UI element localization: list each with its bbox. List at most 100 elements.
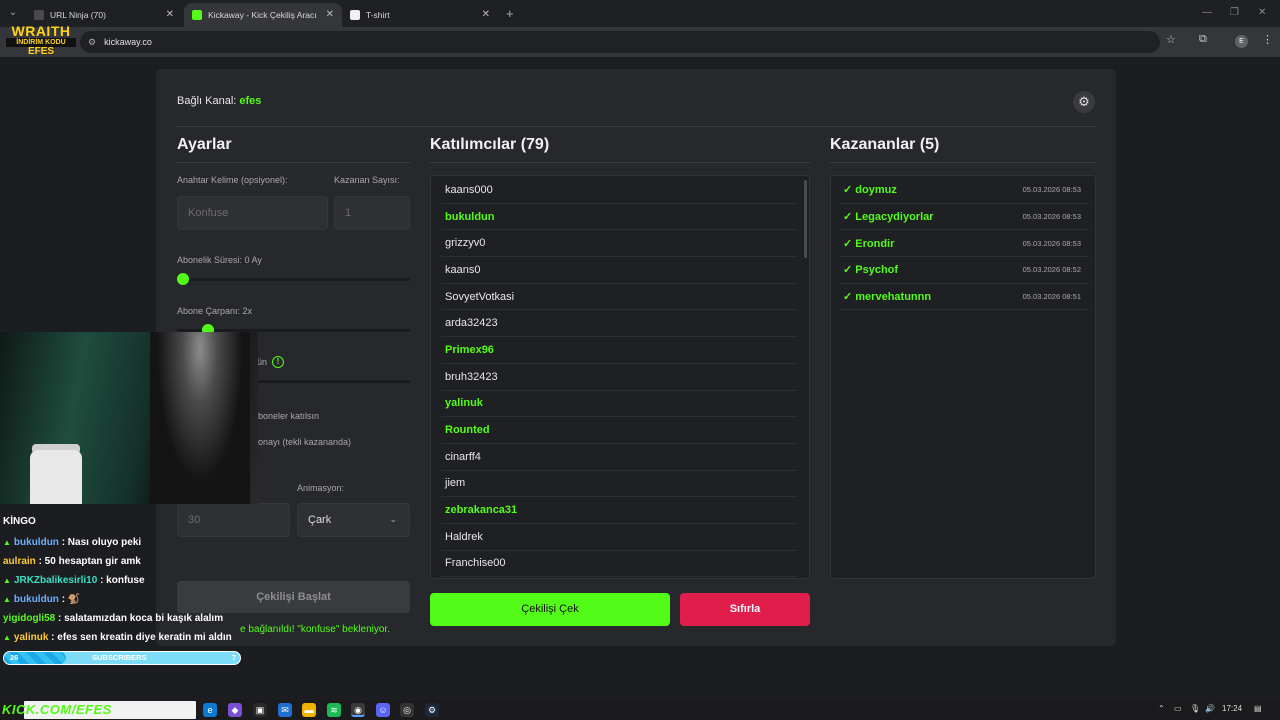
- winner-count-input[interactable]: 1: [334, 196, 410, 230]
- divider: [177, 126, 1096, 127]
- participant-row[interactable]: bukuldun: [441, 204, 797, 231]
- channel-label: Bağlı Kanal:: [177, 95, 237, 107]
- winners-list: ✓ doymuz 05.03.2026 08:53 ✓ Legacydiyorlar…: [830, 175, 1096, 579]
- chrome-icon[interactable]: ◉: [351, 703, 365, 717]
- store-icon[interactable]: ▣: [253, 703, 267, 717]
- volume-icon[interactable]: 🔊: [1205, 704, 1215, 713]
- tray-chevron-up-icon[interactable]: ⌃: [1158, 704, 1165, 713]
- edge-icon[interactable]: e: [203, 703, 217, 717]
- subscriber-badge-icon: ▲: [3, 576, 11, 585]
- chat-message: ▲ bukuldun : 🐒: [3, 590, 263, 609]
- participant-row[interactable]: bruh32423: [441, 364, 797, 391]
- tab-title: Kickaway - Kick Çekiliş Aracı: [208, 10, 317, 20]
- chat-message: ▲ JRKZbalikesirli10 : konfuse: [3, 571, 263, 590]
- participant-row[interactable]: Franchise00: [441, 551, 797, 578]
- animation-select-value: Çark: [308, 514, 332, 526]
- keyword-label: Anahtar Kelime (opsiyonel):: [177, 175, 288, 185]
- info-icon[interactable]: !: [272, 356, 284, 368]
- winner-row: ✓ Psychof 05.03.2026 08:52: [839, 257, 1089, 284]
- new-tab-plus-icon[interactable]: +: [506, 6, 514, 21]
- address-bar: ⚙ kickaway.co: [0, 27, 1280, 57]
- confirm-option-label: onayı (tekli kazananda): [258, 437, 352, 447]
- participants-scrollbar[interactable]: [804, 180, 807, 258]
- participant-row[interactable]: zebrakanca31: [441, 497, 797, 524]
- tab-list-chevron-icon[interactable]: ⌄: [5, 5, 21, 21]
- chat-text: : salatamızdan koca bi kaşık alalım: [55, 613, 224, 624]
- kickaway-favicon-icon: [192, 10, 202, 20]
- microphone-icon[interactable]: 🎙: [1190, 704, 1200, 713]
- streamer-figure: [150, 332, 250, 504]
- clock[interactable]: 17:24: [1222, 704, 1242, 713]
- sub-goal-current: 26: [10, 653, 19, 662]
- subscriber-goal-bar: 26 SUBSCRIBERS 7: [3, 651, 241, 665]
- reset-button[interactable]: Sıfırla: [680, 593, 810, 626]
- kick-url-overlay: KICK.COM/EFES: [2, 702, 112, 717]
- participant-row[interactable]: arda32423: [441, 310, 797, 338]
- chat-message: ▲ bukuldun : Nası oluyo peki: [3, 533, 263, 552]
- chat-username: JRKZbalikesirli10: [13, 575, 98, 586]
- minimize-icon[interactable]: —: [1202, 7, 1212, 18]
- participant-row[interactable]: yalinuk: [441, 391, 797, 418]
- keyword-input[interactable]: Konfuse: [177, 196, 328, 230]
- tab-kickaway[interactable]: Kickaway - Kick Çekiliş Aracı ✕: [184, 3, 342, 27]
- notifications-icon[interactable]: ▤: [1254, 704, 1262, 713]
- supplement-tub: [30, 450, 82, 504]
- sub-duration-slider-knob[interactable]: [177, 273, 189, 285]
- partial-option-label: ün: [257, 357, 268, 367]
- divider: [430, 162, 810, 163]
- browser-menu-icon[interactable]: ⋮: [1262, 33, 1273, 46]
- extensions-puzzle-icon[interactable]: ⧉: [1199, 33, 1207, 46]
- app-icon[interactable]: ◆: [228, 703, 242, 717]
- connected-channel: Bağlı Kanal: efes: [177, 95, 261, 107]
- winner-row: ✓ Legacydiyorlar 05.03.2026 08:53: [839, 204, 1089, 231]
- participant-row[interactable]: cinarff4: [441, 444, 797, 471]
- discord-icon[interactable]: ☺: [376, 703, 390, 717]
- participant-row[interactable]: Rounted: [441, 417, 797, 444]
- mail-icon[interactable]: ✉: [278, 703, 292, 717]
- winner-date: 05.03.2026 08:53: [1022, 185, 1081, 195]
- tab-tshirt[interactable]: T-shirt ✕: [342, 3, 498, 27]
- close-tab-icon[interactable]: ✕: [166, 9, 174, 20]
- winner-name: ✓ Psychof: [843, 264, 899, 277]
- winner-name: ✓ Erondir: [843, 237, 895, 250]
- chat-text: : konfuse: [97, 575, 145, 586]
- network-icon[interactable]: ▭: [1174, 704, 1182, 713]
- tshirt-favicon-icon: [350, 10, 360, 20]
- sub-goal-target: 7: [232, 653, 237, 662]
- obs-icon[interactable]: ◎: [400, 703, 414, 717]
- participant-row[interactable]: grizzyv0: [441, 230, 797, 258]
- maximize-icon[interactable]: ❐: [1230, 7, 1239, 18]
- sponsor-logo: WRAITH İNDİRİM KODU EFES: [6, 24, 76, 57]
- participant-row[interactable]: kaans0: [441, 257, 797, 284]
- chat-text: : efes sen kreatin diye keratin mi aldın: [48, 632, 232, 643]
- chat-text: : 50 hesaptan gir amk: [35, 556, 141, 567]
- settings-gear-icon[interactable]: ⚙: [1073, 91, 1095, 113]
- steam-icon[interactable]: ⚙: [425, 703, 439, 717]
- divider: [830, 162, 1096, 163]
- participant-row[interactable]: Primex96: [441, 337, 797, 364]
- close-tab-icon[interactable]: ✕: [482, 9, 490, 20]
- profile-avatar[interactable]: E: [1235, 35, 1248, 48]
- winner-row: ✓ mervehatunnn 05.03.2026 08:51: [839, 284, 1089, 311]
- draw-giveaway-button[interactable]: Çekilişi Çek: [430, 593, 670, 626]
- spotify-icon[interactable]: ≋: [327, 703, 341, 717]
- tab-title: URL Ninja (70): [50, 10, 106, 20]
- url-omnibox[interactable]: ⚙ kickaway.co: [80, 31, 1160, 53]
- window-close-icon[interactable]: ✕: [1258, 7, 1266, 18]
- subscriber-badge-icon: ▲: [3, 595, 11, 604]
- participant-row[interactable]: Haldrek: [441, 524, 797, 551]
- windows-taskbar: KICK.COM/EFES e ◆ ▣ ✉ ▬ ≋ ◉ ☺ ◎ ⚙ ⌃ ▭ 🎙 …: [0, 700, 1280, 720]
- site-info-icon[interactable]: ⚙: [88, 37, 96, 48]
- participants-list[interactable]: kaans000 bukuldun grizzyv0 kaans0 SovyetVotk…: [430, 175, 810, 579]
- chat-username: bukuldun: [13, 537, 59, 548]
- animation-select[interactable]: Çark ⌄: [297, 503, 410, 537]
- participant-row[interactable]: jiem: [441, 471, 797, 498]
- close-tab-icon[interactable]: ✕: [326, 9, 334, 20]
- folder-icon[interactable]: ▬: [302, 703, 316, 717]
- bookmark-star-icon[interactable]: ☆: [1166, 33, 1176, 46]
- participant-row[interactable]: kaans000: [441, 177, 797, 204]
- sub-duration-slider[interactable]: [177, 278, 410, 281]
- participant-row[interactable]: SovyetVotkasi: [441, 284, 797, 311]
- winner-date: 05.03.2026 08:53: [1022, 238, 1081, 248]
- chat-message: yigidogli58 : salatamızdan koca bi kaşık…: [3, 609, 263, 628]
